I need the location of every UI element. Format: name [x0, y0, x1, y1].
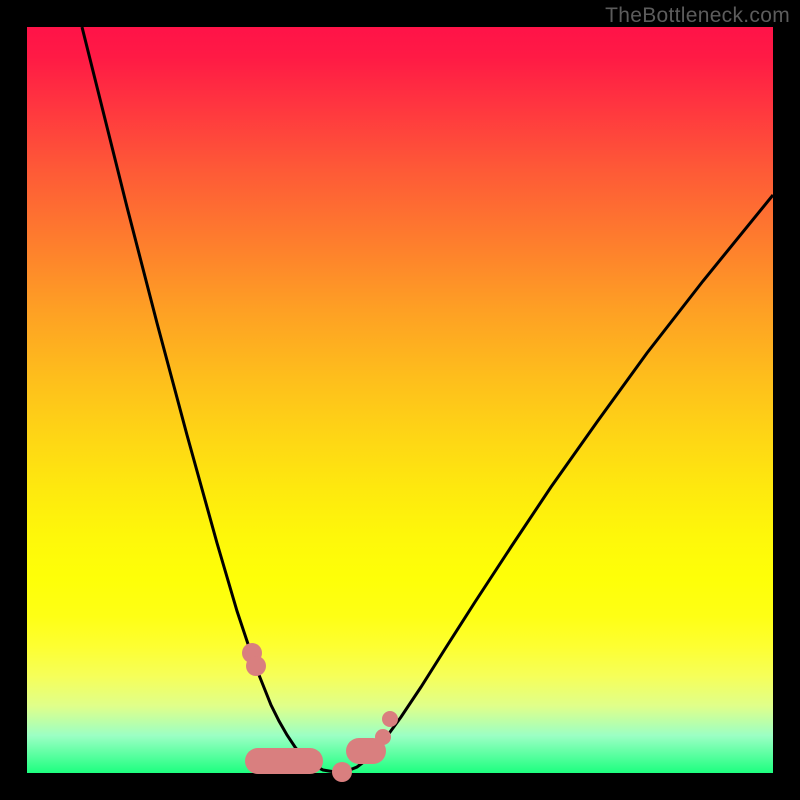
gradient-background [27, 27, 773, 773]
watermark-text: TheBottleneck.com [605, 4, 790, 28]
chart-stage: TheBottleneck.com [0, 0, 800, 800]
plot-area [27, 27, 773, 773]
